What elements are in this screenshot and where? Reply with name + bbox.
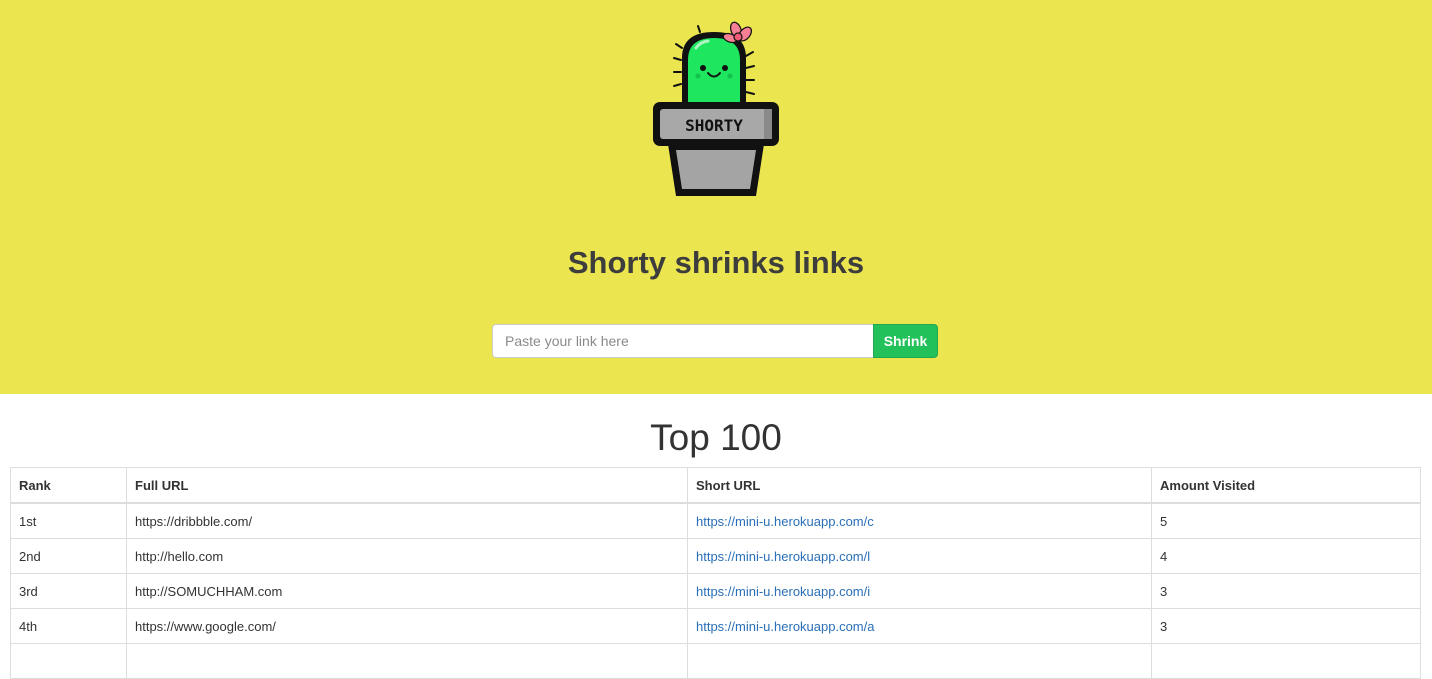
rank-cell: [10, 643, 127, 679]
hero-banner: SHORTY Shorty shrinks links Shrink: [0, 0, 1432, 394]
short-url-cell: https://mini-u.herokuapp.com/c: [687, 502, 1152, 539]
table-header-row: Rank Full URL Short URL Amount Visited: [10, 467, 1421, 504]
table-row: 2nd http://hello.com https://mini-u.hero…: [10, 538, 1421, 574]
table-row: 1st https://dribbble.com/ https://mini-u…: [10, 502, 1421, 539]
rank-cell: 3rd: [10, 573, 127, 609]
visits-cell: 5: [1151, 502, 1421, 539]
short-url-cell: https://mini-u.herokuapp.com/a: [687, 608, 1152, 644]
table-row: 3rd http://SOMUCHHAM.com https://mini-u.…: [10, 573, 1421, 609]
logo-text: SHORTY: [685, 116, 743, 135]
visits-cell: 4: [1151, 538, 1421, 574]
full-url-cell: [126, 643, 688, 679]
short-url-cell: [687, 643, 1152, 679]
link-input[interactable]: [492, 324, 873, 358]
table-row: 4th https://www.google.com/ https://mini…: [10, 608, 1421, 644]
short-url-link[interactable]: https://mini-u.herokuapp.com/l: [696, 549, 870, 564]
full-url-cell: https://www.google.com/: [126, 608, 688, 644]
short-url-link[interactable]: https://mini-u.herokuapp.com/i: [696, 584, 870, 599]
header-full-url: Full URL: [126, 467, 688, 504]
visits-cell: 3: [1151, 608, 1421, 644]
full-url-cell: https://dribbble.com/: [126, 502, 688, 539]
rank-cell: 2nd: [10, 538, 127, 574]
header-rank: Rank: [10, 467, 127, 504]
rank-cell: 1st: [10, 502, 127, 539]
full-url-cell: http://SOMUCHHAM.com: [126, 573, 688, 609]
shrink-form: Shrink: [492, 324, 938, 358]
header-short-url: Short URL: [687, 467, 1152, 504]
hero-title: Shorty shrinks links: [567, 245, 865, 280]
top-links-table: Rank Full URL Short URL Amount Visited 1…: [10, 467, 1421, 679]
cactus-logo-icon: SHORTY: [653, 21, 779, 196]
rank-cell: 4th: [10, 608, 127, 644]
shrink-button[interactable]: Shrink: [873, 324, 938, 358]
top-links-table-container: Rank Full URL Short URL Amount Visited 1…: [10, 467, 1421, 679]
visits-cell: [1151, 643, 1421, 679]
header-amount-visited: Amount Visited: [1151, 467, 1421, 504]
short-url-link[interactable]: https://mini-u.herokuapp.com/a: [696, 619, 874, 634]
visits-cell: 3: [1151, 573, 1421, 609]
table-row: [10, 643, 1421, 679]
short-url-cell: https://mini-u.herokuapp.com/i: [687, 573, 1152, 609]
top-100-title: Top 100: [650, 417, 782, 458]
full-url-cell: http://hello.com: [126, 538, 688, 574]
short-url-link[interactable]: https://mini-u.herokuapp.com/c: [696, 514, 874, 529]
short-url-cell: https://mini-u.herokuapp.com/l: [687, 538, 1152, 574]
